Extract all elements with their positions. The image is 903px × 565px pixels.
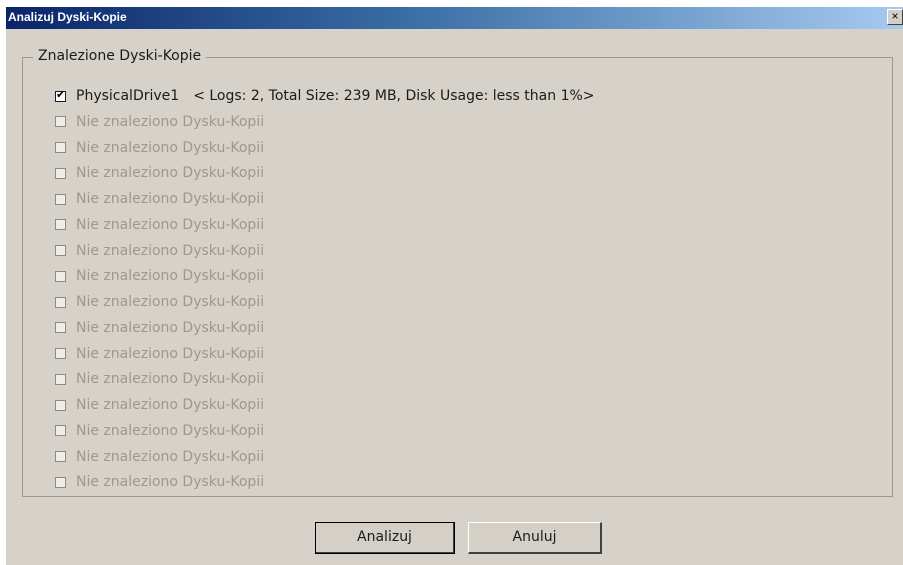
disk-checkbox — [55, 270, 66, 282]
disk-checkbox — [55, 373, 66, 385]
disk-checkbox — [55, 451, 66, 462]
disk-checkbox — [55, 425, 66, 437]
disk-list-item: Nie znaleziono Dysku-Kopii — [55, 369, 264, 389]
disk-list-item: Nie znaleziono Dysku-Kopii — [55, 266, 264, 286]
groupbox-label: Znalezione Dyski-Kopie — [33, 48, 207, 64]
disk-item-label: Nie znaleziono Dysku-Kopii — [76, 448, 265, 465]
disk-item-label: Nie znaleziono Dysku-Kopii — [76, 268, 265, 285]
window-title: Analizuj Dyski-Kopie — [8, 10, 127, 24]
disk-list-item: Nie znaleziono Dysku-Kopii — [55, 447, 264, 467]
disk-checkbox — [55, 399, 66, 411]
disk-item-label: Nie znaleziono Dysku-Kopii — [76, 139, 265, 156]
disk-item-label: Nie znaleziono Dysku-Kopii — [76, 216, 265, 233]
disk-list-item: Nie znaleziono Dysku-Kopii — [55, 163, 264, 183]
disk-list-item: Nie znaleziono Dysku-Kopii — [55, 292, 264, 312]
disk-list-item: Nie znaleziono Dysku-Kopii — [55, 395, 264, 415]
disk-list-item: Nie znaleziono Dysku-Kopii — [55, 344, 264, 364]
disk-list-item: Nie znaleziono Dysku-Kopii — [55, 189, 264, 209]
disk-list-item: Nie znaleziono Dysku-Kopii — [55, 241, 264, 261]
disk-list-item: Nie znaleziono Dysku-Kopii — [55, 421, 264, 441]
disk-item-label: Nie znaleziono Dysku-Kopii — [76, 397, 265, 413]
disk-list-item: Nie znaleziono Dysku-Kopii — [55, 138, 264, 158]
disk-checkbox — [55, 167, 66, 179]
disk-checkbox — [55, 193, 66, 205]
disk-checkbox — [55, 348, 66, 359]
disk-item-label: Nie znaleziono Dysku-Kopii — [76, 319, 265, 336]
disk-checkbox — [55, 245, 66, 256]
disk-item-label: Nie znaleziono Dysku-Kopii — [76, 294, 265, 310]
disk-checkbox — [55, 296, 66, 308]
disk-item-label: Nie znaleziono Dysku-Kopii — [76, 242, 265, 259]
disk-item-label: PhysicalDrive1 — [76, 88, 180, 104]
cancel-button[interactable]: Anuluj — [468, 522, 602, 554]
disk-item-label: Nie znaleziono Dysku-Kopii — [76, 191, 265, 207]
disk-checkbox — [55, 219, 66, 231]
disk-item-label: Nie znaleziono Dysku-Kopii — [76, 165, 265, 182]
close-button[interactable]: × — [887, 9, 903, 25]
title-bar[interactable]: Analizuj Dyski-Kopie × — [6, 7, 903, 29]
disk-list-item: Nie znaleziono Dysku-Kopii — [55, 472, 264, 492]
disk-checkbox — [55, 476, 66, 488]
disk-list-item: Nie znaleziono Dysku-Kopii — [55, 318, 264, 338]
analyze-button[interactable]: Analizuj — [315, 522, 455, 554]
disk-item-label: Nie znaleziono Dysku-Kopii — [76, 371, 265, 388]
disk-item-label: Nie znaleziono Dysku-Kopii — [76, 113, 265, 130]
disk-item-label: Nie znaleziono Dysku-Kopii — [76, 422, 265, 439]
disk-list-item[interactable]: ✔ PhysicalDrive1 < Logs: 2, Total Size: 23… — [55, 86, 595, 106]
disk-item-label: Nie znaleziono Dysku-Kopii — [76, 474, 265, 491]
disk-item-details: < Logs: 2, Total Size: 239 MB, Disk Usag… — [193, 88, 595, 104]
disk-checkbox — [55, 142, 66, 153]
disk-checkbox — [55, 116, 66, 128]
checkmark-icon: ✔ — [56, 87, 66, 101]
found-disks-groupbox: Znalezione Dyski-Kopie ✔ PhysicalDrive1 < … — [22, 48, 893, 497]
disk-checkbox — [55, 322, 66, 334]
disk-checkbox[interactable]: ✔ — [55, 87, 66, 102]
disk-item-label: Nie znaleziono Dysku-Kopii — [76, 345, 265, 362]
dialog-window: Analizuj Dyski-Kopie × Znalezione Dyski-… — [6, 7, 903, 565]
disk-list-item: Nie znaleziono Dysku-Kopii — [55, 112, 264, 132]
disk-list-item: Nie znaleziono Dysku-Kopii — [55, 215, 264, 235]
close-icon: × — [891, 9, 899, 23]
